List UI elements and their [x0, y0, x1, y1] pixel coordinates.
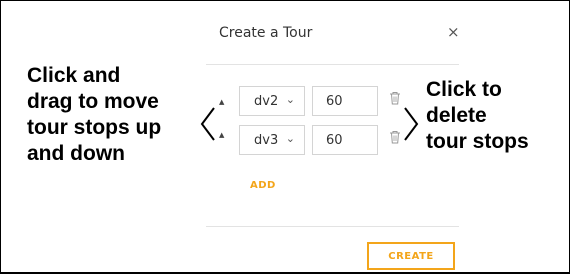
duration-value: 60 — [326, 93, 343, 109]
annotation-line: tour stops — [426, 130, 529, 153]
tour-stop-value: dv3 — [254, 132, 279, 148]
close-icon[interactable]: × — [447, 23, 460, 41]
annotation-drag-instructions: Click and drag to move tour stops up and… — [27, 63, 161, 167]
duration-input[interactable]: 60 — [312, 86, 378, 116]
annotation-delete-instructions: Click to delete tour stops — [426, 77, 529, 155]
annotation-line: Click to — [426, 78, 502, 101]
drag-handle-icon[interactable]: ▲ — [219, 131, 227, 139]
dialog-title: Create a Tour — [219, 25, 313, 41]
footer-divider — [206, 226, 459, 227]
trash-icon[interactable] — [389, 130, 401, 144]
drag-handle-icon[interactable]: ▲ — [219, 98, 227, 106]
header-divider — [206, 64, 459, 65]
right-brace-arrow — [404, 107, 419, 141]
left-brace-arrow — [200, 107, 215, 141]
trash-icon[interactable] — [389, 91, 401, 105]
annotation-line: drag to move — [27, 90, 159, 113]
add-tour-stop-link[interactable]: ADD — [250, 180, 276, 191]
tour-stop-select[interactable]: dv2 ⌄ — [239, 86, 305, 116]
create-button[interactable]: CREATE — [367, 242, 455, 270]
tour-stop-select[interactable]: dv3 ⌄ — [239, 125, 305, 155]
duration-input[interactable]: 60 — [312, 125, 378, 155]
chevron-down-icon: ⌄ — [285, 93, 295, 106]
annotation-line: tour stops up — [27, 116, 162, 139]
annotation-line: delete — [426, 104, 487, 127]
chevron-down-icon: ⌄ — [285, 132, 295, 145]
annotation-line: and down — [27, 142, 125, 165]
tour-stop-value: dv2 — [254, 93, 279, 109]
duration-value: 60 — [326, 132, 343, 148]
annotation-line: Click and — [27, 64, 121, 87]
